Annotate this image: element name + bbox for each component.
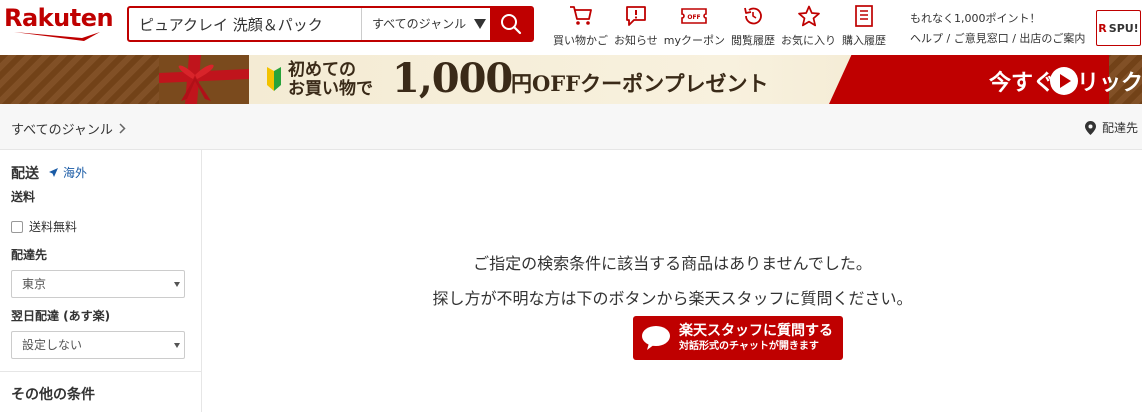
banner-coupon-text: 円OFFクーポンプレゼント	[511, 71, 769, 96]
history-icon	[744, 7, 762, 25]
svg-text:OFF: OFF	[688, 14, 701, 21]
header-nav: 買い物かご お知らせ OFF myクーポン 閲覧履歴 お気に入り 購入履歴	[553, 4, 892, 48]
notification-icon	[625, 6, 646, 26]
gift-ribbon-icon	[159, 55, 249, 104]
dropdown-arrow-icon	[474, 19, 486, 29]
logo-swoosh-icon	[14, 32, 100, 41]
spu-button[interactable]: R SPU!	[1096, 10, 1141, 46]
header-top-links: もれなく1,000ポイント！ ヘルプ / ご意見窓口 / 出店のご案内	[910, 9, 1085, 49]
free-shipping-checkbox[interactable]: 送料無料	[11, 218, 77, 235]
next-day-select[interactable]: 設定しない	[11, 331, 185, 359]
nav-coupon[interactable]: OFF myクーポン	[664, 4, 725, 48]
breadcrumb-all-genres[interactable]: すべてのジャンル	[11, 119, 113, 138]
nav-purchase-history-label: 購入履歴	[842, 34, 887, 47]
nav-favorites[interactable]: お気に入り	[781, 4, 836, 48]
delivery-area-select[interactable]: 東京	[11, 270, 185, 298]
no-results-message: ご指定の検索条件に該当する商品はありませんでした。	[473, 254, 872, 273]
breadcrumb[interactable]: すべてのジャンル	[11, 119, 126, 138]
coupon-banner[interactable]: 初めての お買い物で 1,000 円OFFクーポンプレゼント 今すぐクリック！	[0, 55, 1142, 104]
receipt-icon	[855, 5, 873, 27]
genre-select-value: すべてのジャンル	[372, 17, 467, 31]
cart-icon	[569, 6, 592, 25]
checkbox-box[interactable]	[11, 220, 23, 233]
delivery-area-label: 配達先	[11, 248, 48, 262]
shipping-heading: 配送	[11, 166, 39, 182]
sidebar-divider	[0, 371, 202, 372]
beginner-mark-icon	[267, 67, 281, 91]
nav-cart[interactable]: 買い物かご	[553, 4, 608, 48]
banner-line1: 初めての	[288, 60, 356, 80]
play-circle-icon[interactable]	[1049, 66, 1079, 96]
ask-staff-title: 楽天スタッフに質問する	[679, 323, 833, 339]
rakuten-logo[interactable]: Rakuten	[4, 4, 114, 44]
banner-small-text: 初めての お買い物で	[288, 61, 373, 99]
header: Rakuten すべてのジャンル 買い物かご	[0, 0, 1142, 55]
chevron-right-icon	[119, 123, 126, 134]
delivery-location[interactable]: 配達先	[1084, 119, 1138, 136]
nav-favorites-label: お気に入り	[781, 34, 837, 47]
coupon-icon: OFF	[681, 8, 708, 24]
breadcrumb-bar: すべてのジャンル 配達先	[0, 104, 1142, 150]
location-pin-icon	[1084, 120, 1096, 135]
search-results: ご指定の検索条件に該当する商品はありませんでした。 探し方が不明な方は下のボタン…	[203, 150, 1142, 412]
banner-line2: お買い物で	[288, 79, 373, 99]
ask-staff-button[interactable]: 楽天スタッフに質問する 対話形式のチャットが開きます	[633, 316, 843, 360]
delivery-area-value: 東京	[22, 277, 47, 291]
star-icon	[797, 5, 820, 27]
chat-bubble-icon	[642, 326, 670, 350]
shipping-fee-label: 送料	[11, 190, 36, 204]
spu-r-mark: R	[1098, 21, 1107, 35]
nav-purchase-history[interactable]: 購入履歴	[842, 4, 886, 48]
free-shipping-label: 送料無料	[29, 220, 78, 234]
next-day-label: 翌日配達 (あす楽)	[11, 309, 111, 323]
search-input[interactable]	[129, 8, 361, 40]
nav-notifications[interactable]: お知らせ	[614, 4, 658, 48]
nav-coupon-label: myクーポン	[663, 34, 726, 47]
overseas-label: 海外	[63, 166, 88, 180]
airplane-icon	[49, 168, 58, 177]
ask-staff-text: 楽天スタッフに質問する 対話形式のチャットが開きます	[679, 322, 833, 354]
nav-history-label: 閲覧履歴	[731, 34, 776, 47]
search-box: すべてのジャンル	[127, 6, 534, 42]
help-links[interactable]: ヘルプ / ご意見窓口 / 出店のご案内	[910, 29, 1085, 49]
search-icon	[501, 14, 522, 35]
help-message: 探し方が不明な方は下のボタンから楽天スタッフに質問ください。	[432, 289, 913, 308]
banner-content: 初めての お買い物で 1,000 円OFFクーポンプレゼント 今すぐクリック！	[159, 55, 1142, 104]
ask-staff-subtitle: 対話形式のチャットが開きます	[679, 341, 819, 352]
genre-select[interactable]: すべてのジャンル	[361, 8, 490, 40]
other-conditions-heading: その他の条件	[11, 387, 95, 403]
spu-label: SPU!	[1108, 21, 1139, 35]
logo-text: Rakuten	[4, 4, 114, 32]
overseas-link[interactable]: 海外	[48, 164, 87, 181]
nav-cart-label: 買い物かご	[553, 34, 608, 47]
filter-sidebar: 配送 海外 送料 送料無料 配達先 東京 翌日配達 (あす楽) 設定しない その…	[0, 150, 202, 412]
select-arrow-icon	[174, 282, 180, 287]
nav-notifications-label: お知らせ	[614, 34, 658, 47]
search-button[interactable]	[490, 6, 532, 42]
banner-amount: 1,000	[392, 55, 513, 102]
select-arrow-icon	[174, 343, 180, 348]
delivery-location-label: 配達先	[1101, 121, 1138, 135]
points-promo-link[interactable]: もれなく1,000ポイント！	[910, 9, 1085, 29]
nav-history[interactable]: 閲覧履歴	[731, 4, 775, 48]
next-day-value: 設定しない	[22, 338, 83, 352]
